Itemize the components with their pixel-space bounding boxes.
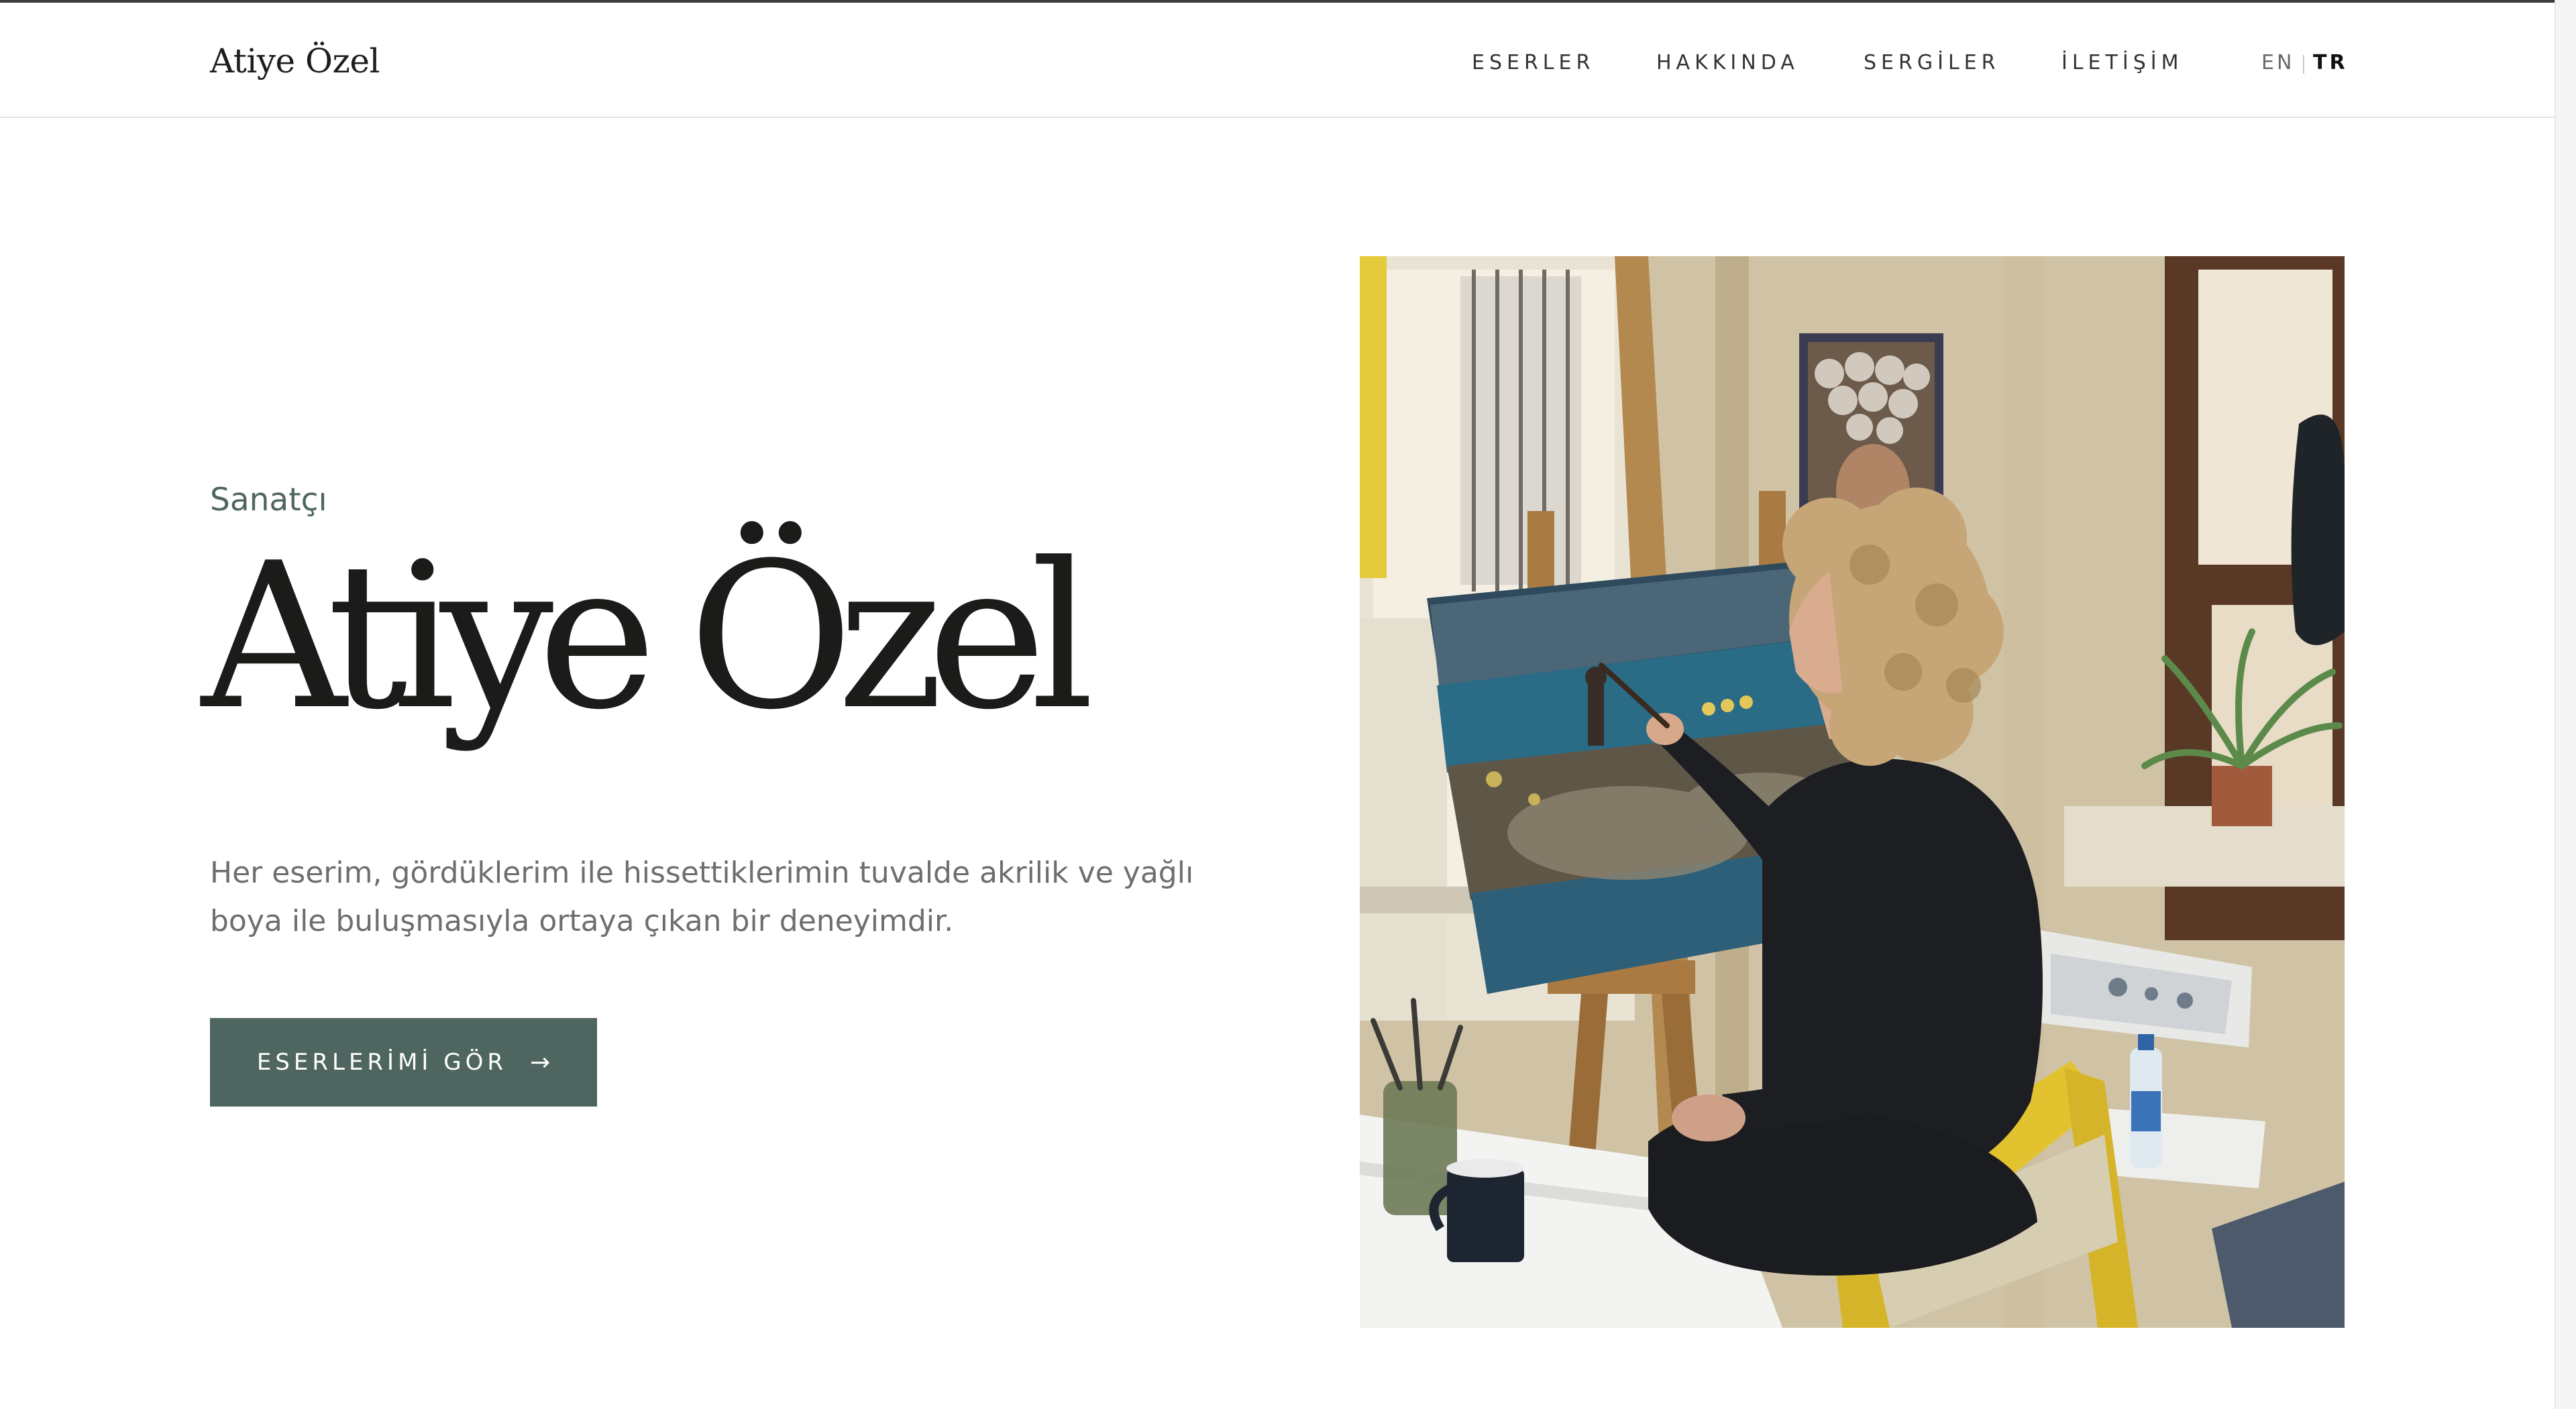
view-works-button[interactable]: ESERLERİMİ GÖR → — [210, 1018, 597, 1107]
site-logo[interactable]: Atiye Özel — [210, 42, 380, 80]
hero-title: Atiye Özel — [201, 520, 1095, 754]
hero-eyebrow: Sanatçı — [210, 482, 327, 518]
hero-intro-text: Her eserim, gördüklerim ile hissettikler… — [210, 856, 1194, 938]
language-divider — [2303, 55, 2304, 74]
language-en-link[interactable]: EN — [2261, 51, 2294, 74]
site-header: Atiye Özel ESERLER HAKKINDA SERGİLER İLE… — [0, 3, 2555, 118]
nav-item-sergiler[interactable]: SERGİLER — [1864, 51, 2000, 74]
arrow-right-icon: → — [529, 1048, 551, 1076]
view-works-label: ESERLERİMİ GÖR — [256, 1049, 507, 1076]
page-scrollbar[interactable] — [2555, 0, 2576, 1409]
nav-item-eserler[interactable]: ESERLER — [1472, 51, 1595, 74]
artist-studio-photo — [1360, 256, 2345, 1328]
nav-item-hakkinda[interactable]: HAKKINDA — [1656, 51, 1799, 74]
language-tr-link[interactable]: TR — [2313, 51, 2348, 74]
nav-item-iletisim[interactable]: İLETİŞİM — [2061, 51, 2183, 74]
